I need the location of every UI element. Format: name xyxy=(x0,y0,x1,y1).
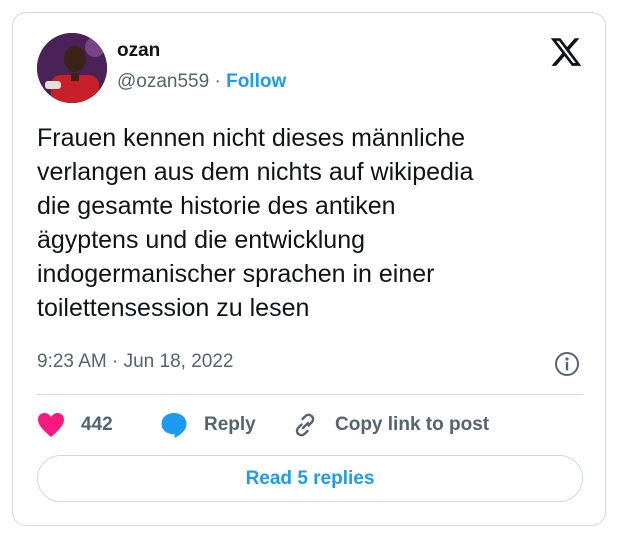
follow-button[interactable]: Follow xyxy=(226,71,286,92)
author-handle-row: @ozan559 · Follow xyxy=(117,71,286,93)
read-replies-label: Read 5 replies xyxy=(245,467,375,489)
author-handle[interactable]: @ozan559 xyxy=(117,71,209,92)
x-logo-icon[interactable] xyxy=(549,35,583,69)
tweet-time[interactable]: 9:23 AM xyxy=(37,351,107,372)
tweet-text: Frauen kennen nicht dieses männliche ver… xyxy=(37,124,474,322)
link-icon xyxy=(291,411,319,439)
divider xyxy=(37,394,583,395)
read-replies-button[interactable]: Read 5 replies xyxy=(37,455,583,502)
like-button[interactable]: 442 xyxy=(37,410,113,440)
author-name[interactable]: ozan xyxy=(117,40,160,62)
tweet-card: ozan @ozan559 · Follow Frauen kennen nic… xyxy=(12,12,606,526)
avatar-image xyxy=(37,33,107,103)
tweet-date[interactable]: Jun 18, 2022 xyxy=(124,351,234,372)
reply-button[interactable]: Reply xyxy=(160,410,256,440)
action-bar: 442 Reply Copy link to post xyxy=(37,410,583,440)
handle-separator: · xyxy=(214,71,221,92)
copy-link-label: Copy link to post xyxy=(335,414,490,435)
avatar[interactable] xyxy=(37,33,107,103)
like-count: 442 xyxy=(81,414,113,435)
speech-bubble-icon xyxy=(160,411,188,439)
timestamp-row[interactable]: 9:23 AM · Jun 18, 2022 xyxy=(37,351,233,373)
heart-icon xyxy=(37,412,65,438)
info-icon[interactable] xyxy=(554,351,580,377)
reply-label: Reply xyxy=(204,414,256,435)
copy-link-button[interactable]: Copy link to post xyxy=(291,410,489,440)
time-separator: · xyxy=(112,351,119,372)
